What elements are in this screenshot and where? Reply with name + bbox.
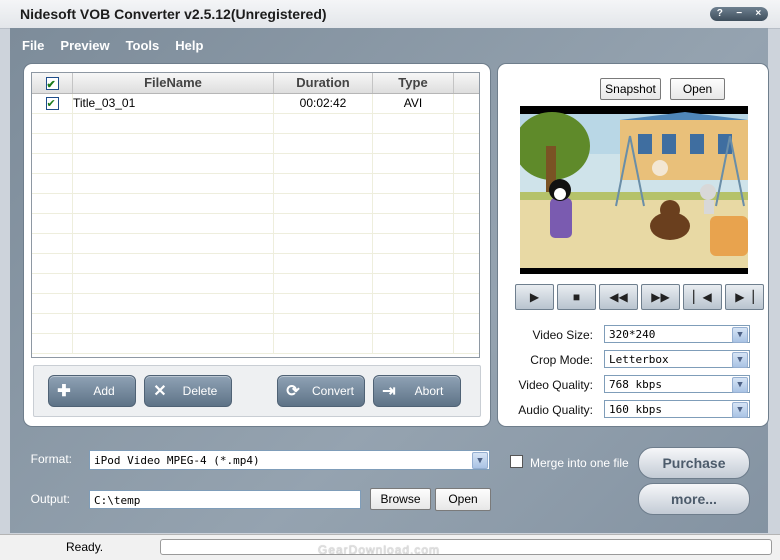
row-type: AVI	[373, 94, 454, 113]
rewind-button[interactable]: ◀◀	[599, 284, 638, 310]
file-list-header: FileName Duration Type	[32, 73, 479, 95]
video-size-label: Video Size:	[532, 328, 594, 342]
empty-row	[32, 274, 479, 294]
video-preview	[520, 106, 748, 274]
select-all-checkbox[interactable]	[45, 75, 59, 95]
empty-row	[32, 134, 479, 154]
menu-preview[interactable]: Preview	[60, 38, 109, 53]
help-icon[interactable]: ?	[717, 7, 723, 21]
empty-row	[32, 114, 479, 134]
add-button[interactable]: ✚ Add	[48, 375, 136, 407]
merge-label[interactable]: Merge into one file	[530, 456, 629, 470]
empty-row	[32, 314, 479, 334]
video-size-select[interactable]: 320*240 ▼	[604, 325, 750, 343]
empty-row	[32, 254, 479, 274]
empty-row	[32, 234, 479, 254]
audio-quality-select[interactable]: 160 kbps ▼	[604, 400, 750, 418]
next-button[interactable]: ▶▕	[725, 284, 764, 310]
column-type[interactable]: Type	[373, 73, 454, 93]
video-quality-select[interactable]: 768 kbps ▼	[604, 375, 750, 393]
column-duration[interactable]: Duration	[274, 73, 373, 93]
menu-file[interactable]: File	[22, 38, 44, 53]
previous-button[interactable]: ▏◀	[683, 284, 722, 310]
window-title: Nidesoft VOB Converter v2.5.12(Unregiste…	[20, 6, 327, 22]
purchase-button[interactable]: Purchase	[638, 447, 750, 479]
progress-bar	[160, 539, 772, 555]
menu-bar: File Preview Tools Help	[22, 38, 203, 53]
more-button[interactable]: more...	[638, 483, 750, 515]
select-all-cell[interactable]	[32, 73, 73, 95]
empty-row	[32, 334, 479, 354]
format-label: Format:	[30, 452, 72, 466]
chevron-down-icon[interactable]: ▼	[732, 327, 748, 343]
minimize-icon[interactable]: −	[736, 7, 742, 21]
convert-button[interactable]: ⟳ Convert	[277, 375, 365, 407]
empty-row	[32, 174, 479, 194]
column-filename[interactable]: FileName	[73, 73, 274, 93]
delete-button[interactable]: ✕ Delete	[144, 375, 232, 407]
chevron-down-icon[interactable]: ▼	[472, 452, 488, 469]
chevron-down-icon[interactable]: ▼	[732, 352, 748, 368]
stop-icon: ■	[572, 290, 581, 304]
fast-forward-button[interactable]: ▶▶	[641, 284, 680, 310]
row-duration: 00:02:42	[274, 94, 373, 113]
output-open-button[interactable]: Open	[435, 488, 491, 511]
browse-button[interactable]: Browse	[370, 488, 431, 510]
menu-tools[interactable]: Tools	[126, 38, 160, 53]
preview-open-button[interactable]: Open	[670, 78, 725, 100]
abort-button[interactable]: ⇥ Abort	[373, 375, 461, 407]
delete-icon: ✕	[153, 383, 167, 400]
menu-help[interactable]: Help	[175, 38, 203, 53]
empty-row	[32, 154, 479, 174]
stop-button[interactable]: ■	[557, 284, 596, 310]
format-select[interactable]: iPod Video MPEG-4 (*.mp4) ▼	[89, 450, 490, 470]
abort-icon: ⇥	[382, 383, 396, 400]
row-checkbox[interactable]	[45, 95, 59, 114]
crop-mode-label: Crop Mode:	[530, 353, 593, 367]
video-quality-label: Video Quality:	[518, 378, 594, 392]
video-frame	[520, 112, 748, 268]
row-filename: Title_03_01	[73, 94, 274, 113]
watermark: GearDownload.com	[318, 543, 441, 557]
empty-rows	[32, 114, 479, 354]
window-controls: ? − ×	[710, 7, 768, 21]
play-button[interactable]: ▶	[515, 284, 554, 310]
fast-forward-icon: ▶▶	[651, 290, 670, 304]
table-row[interactable]: Title_03_01 00:02:42 AVI	[32, 94, 479, 114]
chevron-down-icon[interactable]: ▼	[732, 377, 748, 393]
title-bar[interactable]: Nidesoft VOB Converter v2.5.12(Unregiste…	[0, 0, 780, 29]
empty-row	[32, 214, 479, 234]
close-icon[interactable]: ×	[755, 7, 761, 21]
skip-back-icon: ▏◀	[693, 290, 712, 304]
convert-icon: ⟳	[286, 383, 300, 400]
status-text: Ready.	[66, 540, 104, 554]
snapshot-button[interactable]: Snapshot	[600, 78, 661, 100]
plus-icon: ✚	[57, 383, 71, 400]
file-list[interactable]: FileName Duration Type Title_03_01 00:02…	[31, 72, 480, 358]
output-path-input[interactable]: C:\temp	[89, 490, 361, 509]
empty-row	[32, 194, 479, 214]
rewind-icon: ◀◀	[609, 290, 628, 304]
output-label: Output:	[30, 492, 70, 506]
playback-controls: ▶ ■ ◀◀ ▶▶ ▏◀ ▶▕	[515, 284, 764, 310]
empty-row	[32, 294, 479, 314]
skip-forward-icon: ▶▕	[735, 290, 754, 304]
merge-checkbox[interactable]	[510, 455, 523, 468]
action-bar: ✚ Add ✕ Delete ⟳ Convert ⇥ Abort	[33, 365, 481, 417]
chevron-down-icon[interactable]: ▼	[732, 402, 748, 418]
audio-quality-label: Audio Quality:	[518, 403, 593, 417]
play-icon: ▶	[529, 290, 540, 304]
status-bar: Ready. GearDownload.com	[0, 534, 780, 560]
app-window: Nidesoft VOB Converter v2.5.12(Unregiste…	[0, 0, 780, 560]
crop-mode-select[interactable]: Letterbox ▼	[604, 350, 750, 368]
